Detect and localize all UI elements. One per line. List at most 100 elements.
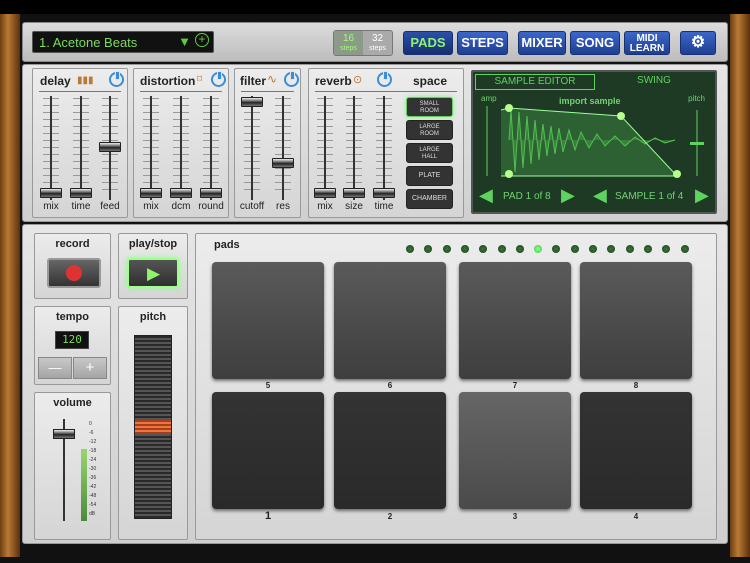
song-button[interactable]: SONG [570,31,620,55]
fader-knob[interactable] [200,188,222,198]
status-bar [0,0,750,14]
fader-knob[interactable] [170,188,192,198]
pad-2[interactable] [334,392,446,509]
fader-knob[interactable] [241,97,263,107]
record-dot-icon [66,265,82,281]
space-line-1: LARGE [419,124,440,130]
volume-scale-tick: -24 [89,457,97,463]
reverb-2-fader[interactable] [373,96,395,200]
pads-button[interactable]: PADS [403,31,453,55]
tempo-decrease-button[interactable]: — [38,357,72,379]
step-led [406,245,414,253]
fader-knob[interactable] [373,188,395,198]
space-option-4[interactable]: CHAMBER [406,189,453,209]
step-led [680,245,689,253]
pad-6[interactable] [334,262,446,379]
step-led [497,245,506,253]
reverb-1-fader[interactable] [343,96,365,200]
wood-side-right [730,14,750,557]
space-option-2[interactable]: LARGE HALL [406,143,453,163]
volume-scale-tick: -18 [89,448,97,454]
distortion-1-fader[interactable] [170,96,192,200]
mixer-button[interactable]: MIXER [518,31,566,55]
pad-1[interactable] [212,392,324,509]
delay-2-fader[interactable] [99,96,121,200]
pad-7[interactable] [459,262,571,379]
wood-side-left [0,14,20,557]
add-preset-icon[interactable]: + [195,33,209,47]
sample-index: SAMPLE 1 of 4 [615,191,684,202]
volume-module: volume 0 -6 -12 -18 -24 -30 -36 -42 -48 -54 dB [34,392,111,540]
pad-index: PAD 1 of 8 [503,191,551,202]
delay-1-fader[interactable] [70,96,92,200]
record-button[interactable] [47,258,101,288]
fader-knob[interactable] [70,188,92,198]
dropdown-arrow-icon[interactable]: ▼ [178,34,191,49]
tab-swing[interactable]: SWING [595,74,713,90]
pad-3[interactable] [459,392,571,509]
filter-0-fader[interactable] [241,96,263,200]
space-line-2: ROOM [420,108,439,114]
steps-32-option[interactable]: 32 steps [363,31,392,55]
fader-knob[interactable] [272,158,294,168]
fader-knob[interactable] [99,142,121,152]
next-pad-icon[interactable]: ▶ [561,185,575,206]
waveform[interactable] [481,102,711,182]
delay-title: delay [40,74,71,88]
tab-sample-editor[interactable]: SAMPLE EDITOR [475,74,595,90]
pad-8[interactable] [580,262,692,379]
volume-scale-tick: 0 [89,421,92,427]
space-line-2: HALL [421,154,437,160]
distortion-title: distortion [140,74,196,88]
distortion-2-fader[interactable] [200,96,222,200]
delay-0-fader[interactable] [40,96,62,200]
gear-icon[interactable]: ⚙ [680,31,716,55]
tempo-increase-button[interactable]: + [73,357,107,379]
filter-1-label: res [276,201,290,212]
distortion-power-icon[interactable] [211,71,226,87]
midi-learn-button[interactable]: MIDI LEARN [624,31,670,55]
space-option-3[interactable]: PLATE [406,166,453,186]
volume-scale-tick: dB [89,511,96,517]
distortion-2-label: round [198,201,224,212]
step-led [570,245,579,253]
space-line-2: ROOM [420,131,439,137]
steps-toggle[interactable]: 16 steps 32 steps [333,30,393,56]
filter-1-fader[interactable] [272,96,294,200]
play-stop-button[interactable]: ▶ [127,258,179,288]
preset-selector[interactable]: 1. Acetone Beats ▼ + [32,31,214,53]
space-option-0[interactable]: SMALL ROOM [406,97,453,117]
filter-curve-icon: ∿ [267,72,278,86]
record-title: record [55,238,90,250]
play-stop-title: play/stop [128,238,178,250]
prev-sample-icon[interactable]: ◀ [593,185,607,206]
learn-label: LEARN [629,43,665,54]
fader-knob[interactable] [314,188,336,198]
steps-button[interactable]: STEPS [457,31,508,55]
pad-4[interactable] [580,392,692,509]
step-led [442,245,451,253]
sample-editor-display[interactable]: SAMPLE EDITOR SWING amp import sample pi… [471,70,717,214]
prev-pad-icon[interactable]: ◀ [479,185,493,206]
pad-5[interactable] [212,262,324,379]
filter-power-icon[interactable] [284,71,299,87]
reverb-circle-icon: ⊙ [353,74,363,86]
reverb-power-icon[interactable] [377,71,392,87]
distortion-0-fader[interactable] [140,96,162,200]
delay-power-icon[interactable] [109,71,124,87]
space-option-1[interactable]: LARGE ROOM [406,120,453,140]
step-led [625,245,634,253]
pitch-title: pitch [139,311,167,323]
pad-number: 5 [265,381,271,390]
pitch-wheel[interactable] [134,335,172,519]
fader-knob[interactable] [40,188,62,198]
distortion-wave-icon: ⌑ [197,74,203,85]
next-sample-icon[interactable]: ▶ [695,185,709,206]
reverb-0-fader[interactable] [314,96,336,200]
pad-number: 8 [633,381,639,390]
volume-fader[interactable] [53,429,75,439]
volume-title: volume [53,397,92,409]
fader-knob[interactable] [343,188,365,198]
steps-16-option[interactable]: 16 steps [334,31,363,55]
fader-knob[interactable] [140,188,162,198]
